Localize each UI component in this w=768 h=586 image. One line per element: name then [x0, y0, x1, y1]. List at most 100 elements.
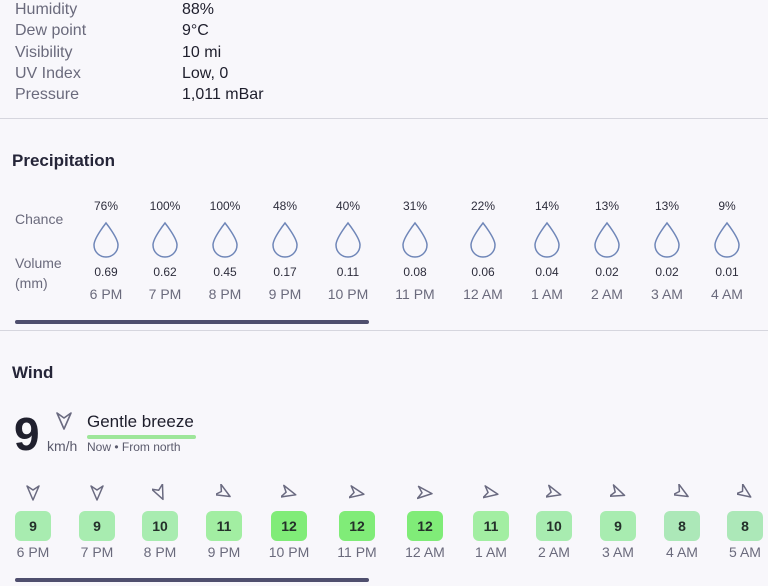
hour-label: 12 AM — [463, 286, 503, 302]
wind-speed-badge: 10 — [536, 511, 572, 541]
raindrop-icon — [212, 221, 238, 258]
hour-label: 7 PM — [80, 544, 114, 560]
wind-speed-badge: 12 — [271, 511, 307, 541]
wind-subtitle: Now • From north — [87, 440, 181, 454]
wind-speed-badge: 9 — [600, 511, 636, 541]
hour-label: 2 AM — [538, 544, 570, 560]
detail-label: Pressure — [15, 86, 80, 103]
precipitation-scrollbar[interactable] — [15, 320, 369, 324]
hour-label: 12 AM — [405, 544, 445, 560]
detail-row-humidity: Humidity 88% — [0, 0, 768, 21]
wind-speed-badge: 8 — [664, 511, 700, 541]
hour-label: 8 PM — [143, 544, 177, 560]
hour-label: 2 AM — [591, 286, 623, 302]
precipitation-chance: 14% — [534, 199, 560, 213]
raindrop-icon — [534, 221, 560, 258]
hour-label: 5 AM — [729, 544, 761, 560]
wind-speed-unit: km/h — [47, 438, 78, 454]
wind-speed-badge: 12 — [339, 511, 375, 541]
precipitation-chance: 13% — [594, 199, 620, 213]
precipitation-volume: 0.01 — [715, 265, 739, 279]
raindrop-icon — [594, 221, 620, 258]
precipitation-chance: 22% — [470, 199, 496, 213]
wind-scrollbar[interactable] — [15, 578, 369, 582]
wind-direction-icon — [152, 484, 164, 501]
raindrop-icon — [654, 221, 680, 258]
wind-title: Wind — [12, 363, 54, 382]
hour-label: 9 PM — [268, 286, 302, 302]
wind-strength-indicator — [87, 435, 196, 439]
wind-direction-icon — [281, 484, 297, 498]
precipitation-volume: 0.17 — [273, 265, 297, 279]
wind-speed-badge: 11 — [473, 511, 509, 541]
wind-speed-badge: 9 — [15, 511, 51, 541]
wind-direction-icon — [737, 484, 752, 498]
wind-direction-icon — [483, 485, 499, 499]
detail-value: 88% — [182, 1, 215, 18]
detail-row-dew-point: Dew point 9°C — [0, 21, 768, 42]
volume-label: Volume — [15, 255, 62, 271]
hour-label: 4 AM — [711, 286, 743, 302]
hour-label: 3 AM — [651, 286, 683, 302]
raindrop-icon — [714, 221, 740, 258]
detail-row-visibility: Visibility 10 mi — [0, 43, 768, 64]
precipitation-volume: 0.06 — [471, 265, 495, 279]
wind-direction-icon — [26, 485, 40, 501]
hour-label: 6 PM — [89, 286, 123, 302]
wind-speed-value: 9 — [14, 408, 40, 460]
detail-row-uv-index: UV Index Low, 0 — [0, 64, 768, 85]
hour-label: 10 PM — [327, 286, 369, 302]
raindrop-icon — [152, 221, 178, 258]
wind-direction-icon — [546, 484, 562, 498]
detail-label: UV Index — [15, 65, 81, 82]
precipitation-volume: 0.45 — [213, 265, 237, 279]
precipitation-chance: 31% — [402, 199, 428, 213]
precipitation-chance: 9% — [718, 199, 736, 213]
detail-value: 1,011 mBar — [182, 86, 264, 103]
precipitation-chance: 100% — [209, 199, 241, 213]
precipitation-title: Precipitation — [12, 151, 115, 170]
wind-direction-icon — [90, 485, 104, 501]
detail-label: Dew point — [15, 22, 87, 39]
wind-direction-icon — [674, 484, 689, 498]
precipitation-chance: 76% — [93, 199, 119, 213]
raindrop-icon — [93, 221, 119, 258]
precipitation-chance: 100% — [149, 199, 181, 213]
raindrop-icon — [402, 221, 428, 258]
section-divider — [0, 330, 768, 331]
wind-description: Gentle breeze — [87, 412, 194, 431]
precipitation-volume: 0.69 — [94, 265, 118, 279]
detail-value: 10 mi — [182, 44, 222, 61]
hour-label: 6 PM — [16, 544, 50, 560]
raindrop-icon — [335, 221, 361, 258]
wind-speed-badge: 10 — [142, 511, 178, 541]
wind-speed-badge: 12 — [407, 511, 443, 541]
hour-label: 11 PM — [337, 544, 377, 560]
wind-direction-icon — [349, 485, 365, 499]
chance-label: Chance — [15, 211, 64, 227]
hour-label: 9 PM — [207, 544, 241, 560]
hour-label: 8 PM — [208, 286, 242, 302]
hour-label: 4 AM — [666, 544, 698, 560]
raindrop-icon — [470, 221, 496, 258]
section-divider — [0, 118, 768, 119]
detail-row-pressure: Pressure 1,011 mBar — [0, 85, 768, 106]
wind-direction-icon — [216, 484, 231, 498]
detail-label: Humidity — [15, 1, 78, 18]
detail-value: Low, 0 — [182, 65, 229, 82]
precipitation-chance: 13% — [654, 199, 680, 213]
hour-label: 10 PM — [268, 544, 310, 560]
raindrop-icon — [272, 221, 298, 258]
hour-label: 7 PM — [148, 286, 182, 302]
hour-label: 1 AM — [531, 286, 563, 302]
precipitation-volume: 0.11 — [336, 265, 360, 279]
wind-speed-badge: 8 — [727, 511, 763, 541]
volume-unit-label: (mm) — [15, 275, 48, 291]
precipitation-volume: 0.62 — [153, 265, 177, 279]
detail-label: Visibility — [15, 44, 73, 61]
wind-speed-badge: 11 — [206, 511, 242, 541]
precipitation-volume: 0.04 — [535, 265, 559, 279]
precipitation-chance: 48% — [272, 199, 298, 213]
wind-direction-icon — [56, 412, 72, 430]
wind-direction-icon — [417, 485, 433, 500]
